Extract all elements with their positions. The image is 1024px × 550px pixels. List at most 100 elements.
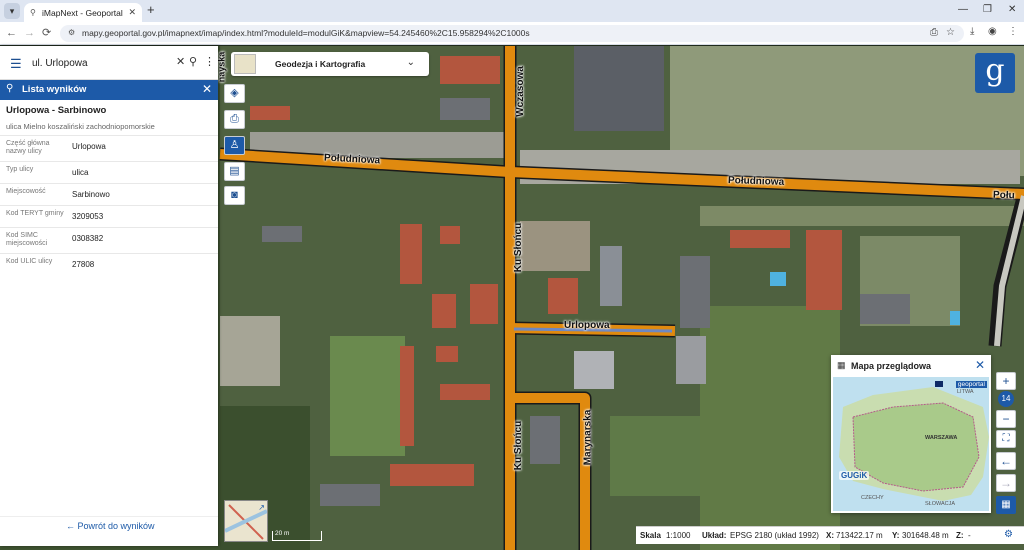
results-header: ⚲ Lista wyników ✕ [0, 80, 218, 100]
attribute-row: Kod ULIC ulicy 27808 [0, 253, 218, 275]
browser-window: ▾ ⚲ iMapNext - Geoportal ✕ + — ❐ ✕ ← → ⟳… [0, 0, 1024, 550]
favicon-icon: ⚲ [30, 8, 36, 17]
result-name: Urlopowa - Sarbinowo [6, 105, 106, 116]
geoportal-logo[interactable]: g [975, 53, 1015, 93]
chevron-down-icon[interactable]: ⌄ [407, 57, 415, 68]
zoom-level-badge: 14 [998, 391, 1014, 407]
scale-value[interactable]: 1:1000 [666, 531, 690, 540]
full-extent-icon: ⛶ [1003, 433, 1010, 444]
settings-gear-icon[interactable]: ⚙ [1004, 529, 1013, 540]
attribute-value: 3209053 [72, 212, 103, 221]
reload-icon[interactable]: ⟳ [42, 26, 51, 40]
back-to-results-label: Powrót do wyników [78, 521, 155, 531]
arrow-right-icon: → [1000, 476, 1012, 490]
attribute-value: Sarbinowo [72, 190, 110, 199]
road-label-urlopowa: Urlopowa [564, 320, 610, 331]
menu-kebab-icon[interactable]: ⋮ [1008, 26, 1018, 37]
zoom-out-button[interactable]: − [996, 410, 1016, 428]
results-search-icon: ⚲ [6, 83, 13, 94]
z-label: Z: [956, 531, 964, 540]
close-results-icon[interactable]: ✕ [202, 82, 212, 96]
results-footer: ← Powrót do wyników [0, 516, 218, 536]
attribute-key: Część główna nazwy ulicy [6, 140, 64, 156]
theme-label: Geodezja i Kartografia [275, 59, 365, 69]
overview-map[interactable]: geoportal WARSZAWA LITWA CZECHY SŁOWACJA… [833, 377, 989, 511]
close-window-icon[interactable]: ✕ [1008, 3, 1016, 17]
layers-icon: ◈ [230, 87, 238, 99]
attribute-row: Kod SIMC miejscowości 0308382 [0, 227, 218, 253]
install-icon[interactable]: ⎙ [930, 27, 938, 38]
full-extent-button[interactable]: ⛶ [996, 430, 1016, 448]
search-options-icon[interactable]: ⋮ [204, 55, 215, 68]
tab-imapnext[interactable]: ⚲ iMapNext - Geoportal ✕ [24, 3, 142, 22]
url-text: mapy.geoportal.gov.pl/imapnext/imap/inde… [82, 28, 530, 38]
poland-outline [833, 377, 989, 511]
basemap-switcher[interactable]: ↗ [224, 500, 268, 542]
overview-header: ▦ Mapa przeglądowa ✕ [831, 355, 991, 377]
site-info-icon[interactable]: ⚙ [68, 28, 75, 37]
clear-search-icon[interactable]: ✕ [176, 55, 185, 68]
attribute-value: ulica [72, 168, 88, 177]
overview-label-czechy: CZECHY [861, 495, 884, 501]
attribute-row: Typ ulicy ulica [0, 161, 218, 183]
restore-icon[interactable]: ❐ [983, 3, 992, 17]
overview-title: Mapa przeglądowa [851, 361, 931, 371]
minimize-icon[interactable]: — [958, 3, 968, 17]
overview-map-panel: ▦ Mapa przeglądowa ✕ geoportal WARSZAWA … [831, 355, 991, 513]
forward-icon[interactable]: → [24, 26, 35, 40]
crs-label: Układ: [702, 531, 726, 540]
search-input[interactable] [32, 55, 172, 71]
profile-icon[interactable]: ◉ [988, 26, 997, 37]
tab-search-button[interactable]: ▾ [4, 3, 20, 19]
overview-map-icon: ▦ [837, 360, 846, 371]
street-view-button[interactable]: ♙ [224, 136, 245, 155]
overview-toggle-button[interactable]: ▦ [996, 496, 1016, 514]
scale-bar: 20 m [272, 531, 322, 541]
arrow-left-icon: ← [1000, 454, 1012, 468]
attribute-value: 27808 [72, 260, 94, 269]
result-subtitle: ulica Mielno koszaliński zachodniopomors… [6, 122, 155, 131]
scale-label: Skala [640, 531, 661, 540]
zoom-out-icon: − [1002, 412, 1009, 426]
result-attributes: Część główna nazwy ulicy Urlopowa Typ ul… [0, 135, 218, 275]
tab-close-icon[interactable]: ✕ [128, 7, 136, 18]
back-to-results-link[interactable]: ← Powrót do wyników [66, 521, 155, 531]
road-label-ku-sloncu-north: Ku Słońcu [513, 223, 524, 272]
results-title: Lista wyników [22, 84, 86, 95]
download-icon[interactable]: ⤓ [970, 26, 974, 37]
overview-toggle-icon: ▦ [1001, 499, 1010, 510]
road-label-wczasowa: Wczasowa [515, 66, 526, 117]
new-tab-button[interactable]: + [147, 3, 155, 17]
layers-button[interactable]: ◈ [224, 84, 245, 103]
print-icon: ⎙ [230, 113, 239, 125]
y-value: 301648.48 m [902, 531, 949, 540]
previous-view-button[interactable]: ← [996, 452, 1016, 470]
camera-icon: ◙ [231, 189, 238, 201]
search-icon[interactable]: ⚲ [189, 55, 197, 68]
screenshot-button[interactable]: ◙ [224, 186, 245, 205]
overview-tag: geoportal [956, 381, 987, 388]
road-label-poludniowa-east: Południowa [728, 175, 784, 188]
search-results-panel: ☰ ✕ ⚲ ⋮ ⚲ Lista wyników ✕ Urlopowa - Sar… [0, 46, 218, 546]
zoom-in-button[interactable]: + [996, 372, 1016, 390]
external-link-icon[interactable]: ↗ [258, 503, 265, 512]
next-view-button[interactable]: → [996, 474, 1016, 492]
crs-value[interactable]: EPSG 2180 (układ 1992) [730, 531, 819, 540]
attribute-key: Kod ULIC ulicy [6, 258, 64, 266]
bookmark-star-icon[interactable]: ☆ [946, 27, 955, 38]
notes-button[interactable]: ▤ [224, 162, 245, 181]
address-bar[interactable]: ⚙ mapy.geoportal.gov.pl/imapnext/imap/in… [60, 25, 964, 42]
gugik-logo: GUGiK [839, 471, 869, 480]
close-overview-icon[interactable]: ✕ [975, 358, 985, 372]
theme-selector[interactable]: Geodezja i Kartografia ⌄ [231, 52, 429, 76]
scale-bar-label: 20 m [275, 530, 289, 537]
street-view-icon: ♙ [230, 139, 240, 151]
theme-thumbnail [234, 54, 256, 74]
z-value: - [968, 531, 971, 540]
x-label: X: [826, 531, 834, 540]
menu-hamburger-icon[interactable]: ☰ [10, 56, 22, 72]
attribute-row: Kod TERYT gminy 3209053 [0, 205, 218, 227]
back-icon[interactable]: ← [6, 26, 17, 40]
print-button[interactable]: ⎙ [224, 110, 245, 129]
road-label-poludniowa-edge: Połu [993, 190, 1015, 202]
